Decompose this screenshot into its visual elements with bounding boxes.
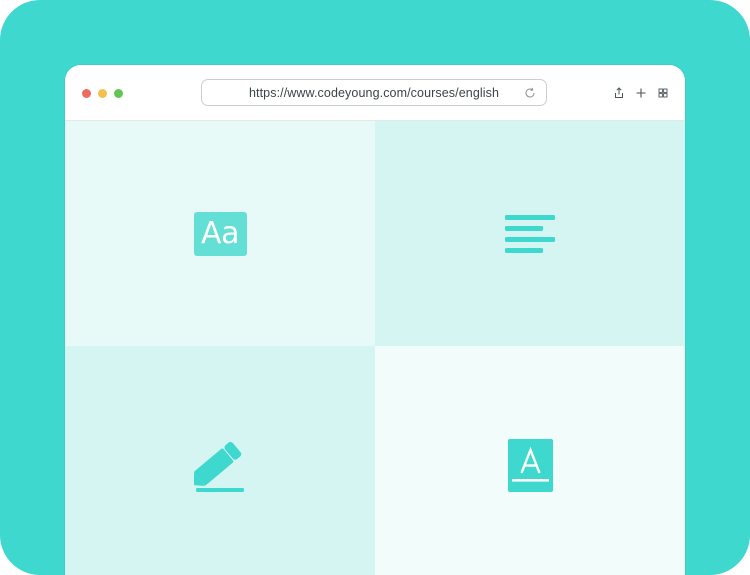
close-dot[interactable] xyxy=(82,89,91,98)
browser-toolbar: https://www.codeyoung.com/courses/englis… xyxy=(65,65,685,121)
minimize-dot[interactable] xyxy=(98,89,107,98)
tile-text-color[interactable] xyxy=(375,346,685,575)
tile-font-size[interactable]: Aa xyxy=(65,121,375,346)
pencil-icon xyxy=(194,441,244,492)
share-icon[interactable] xyxy=(613,87,625,99)
font-size-icon: Aa xyxy=(193,211,247,256)
zoom-dot[interactable] xyxy=(114,89,123,98)
reload-icon[interactable] xyxy=(524,87,536,99)
font-size-glyph: Aa xyxy=(201,216,239,251)
new-tab-icon[interactable] xyxy=(635,87,647,99)
align-left-text-icon xyxy=(505,214,555,253)
device-frame: https://www.codeyoung.com/courses/englis… xyxy=(0,0,750,575)
address-bar[interactable]: https://www.codeyoung.com/courses/englis… xyxy=(201,79,547,106)
browser-window: https://www.codeyoung.com/courses/englis… xyxy=(65,65,685,575)
tile-pencil[interactable] xyxy=(65,346,375,575)
page-content: Aa xyxy=(65,121,685,575)
tab-overview-icon[interactable] xyxy=(657,87,669,99)
url-text: https://www.codeyoung.com/courses/englis… xyxy=(248,86,500,100)
text-color-icon xyxy=(507,439,553,492)
tile-align-text[interactable] xyxy=(375,121,685,346)
